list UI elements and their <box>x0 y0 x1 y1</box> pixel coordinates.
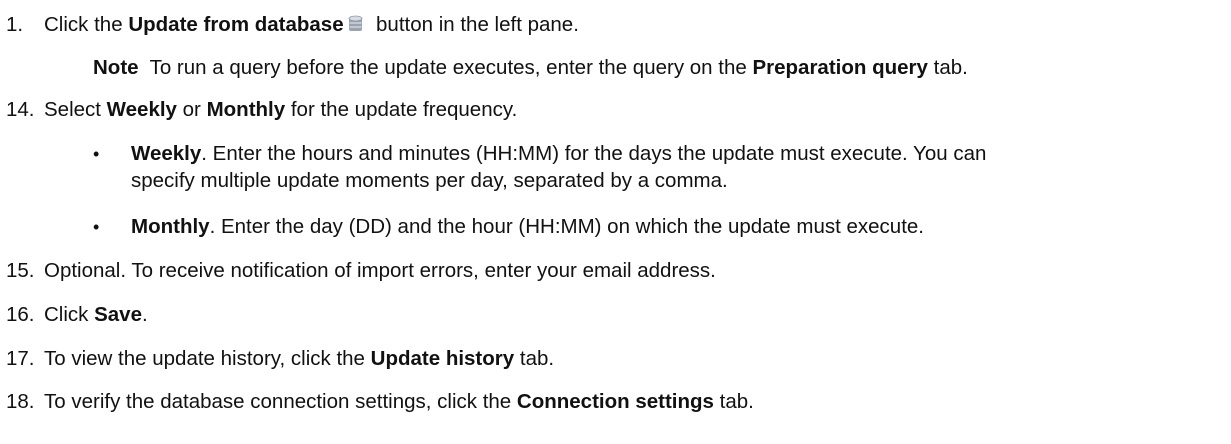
step-number: 14. <box>6 98 35 121</box>
note-text: tab. <box>927 56 968 79</box>
bullet-title: Weekly <box>131 142 202 165</box>
note-text: To run a query before the update execute… <box>138 56 753 79</box>
ui-label-update-from-database: Update from database <box>128 13 344 36</box>
step-text: Select <box>44 98 107 121</box>
step-text: tab. <box>514 347 555 370</box>
step-number: 17. <box>6 347 35 370</box>
step-text: for the update frequency. <box>285 98 518 121</box>
bullet-marker: • <box>93 217 100 237</box>
step-number: 1. <box>6 13 24 36</box>
step-number: 16. <box>6 303 35 326</box>
bullet-text: . Enter the day (DD) and the hour (HH:MM… <box>209 215 924 238</box>
step-text: Click <box>44 303 95 326</box>
ui-label-update-history: Update history <box>370 347 515 370</box>
database-icon <box>348 15 363 31</box>
ui-label-save: Save <box>94 303 142 326</box>
option-monthly: Monthly <box>206 98 286 121</box>
step-number: 18. <box>6 390 35 413</box>
document-page: { "steps": [ { "number": "1.", "pre": "C… <box>0 0 1231 444</box>
bullet-text: . Enter the hours and minutes (HH:MM) fo… <box>201 142 987 165</box>
step-text: button in the left pane. <box>364 13 579 36</box>
note: Note To run a query before the update ex… <box>93 55 968 81</box>
step-text: Optional. To receive notification of imp… <box>44 259 716 282</box>
bullet-weekly-continuation: specify multiple update moments per day,… <box>131 168 728 194</box>
bullet-marker: • <box>93 144 100 164</box>
ui-label-preparation-query: Preparation query <box>752 56 928 79</box>
option-weekly: Weekly <box>106 98 177 121</box>
step-text: tab. <box>713 390 754 413</box>
step-text: . <box>142 303 148 326</box>
step-text: Click the <box>44 13 129 36</box>
step-text: To view the update history, click the <box>44 347 371 370</box>
note-label: Note <box>93 56 139 79</box>
bullet-text: specify multiple update moments per day,… <box>131 169 728 192</box>
bullet-title: Monthly <box>131 215 210 238</box>
step-number: 15. <box>6 259 35 282</box>
ui-label-connection-settings: Connection settings <box>516 390 714 413</box>
step-text: or <box>176 98 207 121</box>
step-text: To verify the database connection settin… <box>44 390 517 413</box>
